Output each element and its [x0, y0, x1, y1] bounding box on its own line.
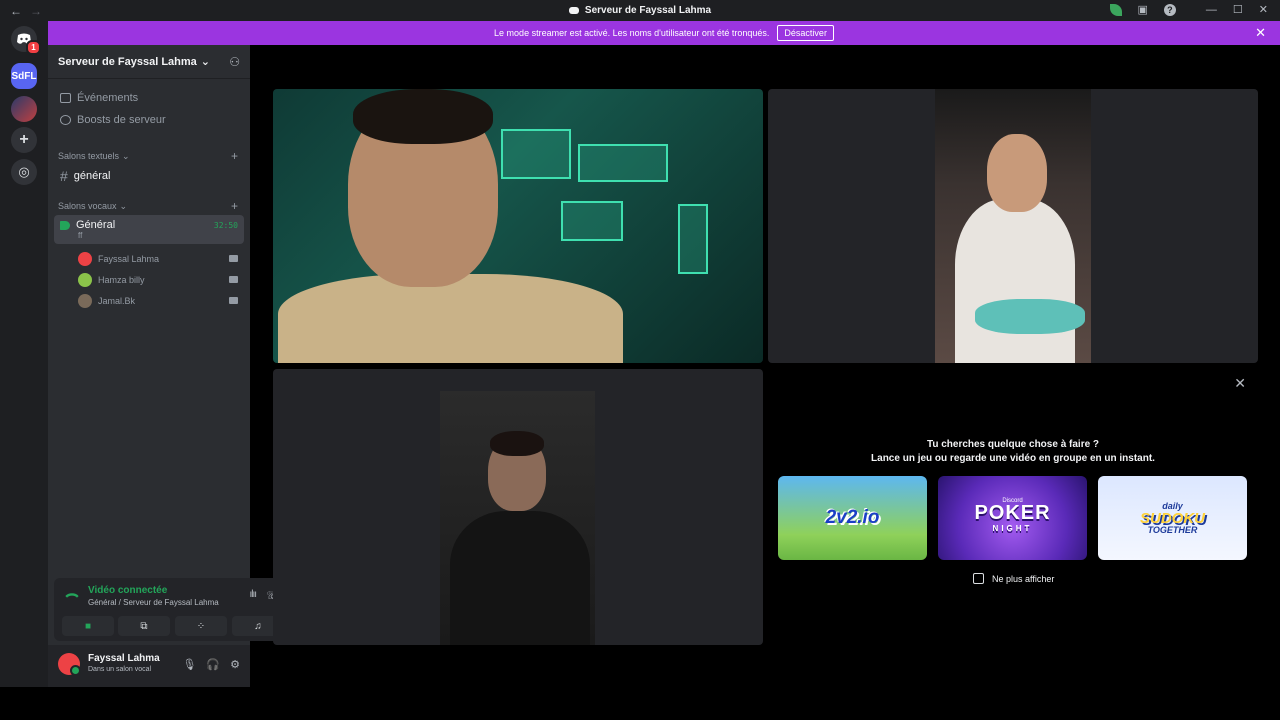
avatar — [78, 272, 92, 287]
chevron-down-icon: ⌄ — [200, 56, 211, 68]
discover-compass-icon[interactable]: ◎ — [11, 159, 37, 185]
voice-connection-panel: Vidéo connectée Général / Serveur de Fay… — [54, 578, 292, 641]
user-panel: Fayssal Lahma Dans un salon vocal 🎙 🎧 ⚙ — [48, 645, 250, 687]
chevron-down-icon: ⌄ — [119, 200, 128, 211]
connection-signal-icon — [65, 589, 79, 603]
dont-show-again-checkbox[interactable]: Ne plus afficher — [973, 573, 1054, 584]
person-body — [278, 274, 623, 363]
camera-icon — [229, 276, 238, 283]
user-avatar[interactable] — [58, 653, 81, 676]
minimize-button[interactable]: — — [1206, 4, 1217, 16]
help-icon[interactable]: ? — [1163, 3, 1176, 16]
title-bar: ← → Serveur de Fayssal Lahma ▣ ? — ☐ ✕ — [0, 0, 1280, 21]
screen-share-button[interactable]: ⧉ — [118, 616, 170, 636]
voice-channel-general[interactable]: Général 32:50 ff — [54, 215, 244, 244]
camera-icon — [229, 297, 238, 304]
call-timer: 32:50 — [213, 221, 238, 230]
calendar-icon — [60, 93, 71, 103]
camera-toggle-button[interactable]: ■ — [62, 616, 114, 636]
background-monitor — [561, 201, 623, 241]
server-icon-2[interactable] — [11, 96, 37, 122]
voice-member[interactable]: Jamal.Bk — [48, 290, 250, 311]
window-title: Serveur de Fayssal Lahma — [0, 5, 1280, 16]
discord-logo-icon — [568, 7, 579, 14]
banner-text: Le mode streamer est activé. Les noms d'… — [494, 28, 770, 38]
person-body — [955, 199, 1075, 363]
user-name[interactable]: Fayssal Lahma — [88, 653, 160, 664]
speaker-icon — [60, 220, 70, 230]
close-icon[interactable]: ✕ — [1234, 375, 1246, 392]
voice-channel-status: ff — [78, 231, 83, 240]
close-banner-icon[interactable]: ✕ — [1255, 25, 1266, 41]
activity-question: Tu cherches quelque chose à faire ? — [926, 439, 1100, 450]
activity-card-2v2[interactable]: 2v2.io — [778, 476, 927, 560]
avatar — [78, 251, 92, 266]
mention-badge: 1 — [26, 40, 41, 55]
camera-feed — [440, 391, 595, 645]
voice-member[interactable]: Fayssal Lahma — [48, 248, 250, 269]
person-head — [987, 134, 1047, 212]
activity-card-sudoku[interactable]: daily SUDOKU TOGETHER — [1098, 476, 1247, 560]
voice-status[interactable]: Vidéo connectée — [88, 585, 167, 596]
channel-sidebar: Serveur de Fayssal Lahma ⌄ ⚇ Événements … — [48, 45, 292, 687]
background-monitor — [678, 204, 708, 274]
server-rail: 1 SdFL + ◎ — [0, 21, 48, 687]
checkbox-icon[interactable] — [973, 573, 984, 584]
add-server-icon[interactable]: + — [11, 127, 37, 153]
background-monitor — [578, 144, 668, 182]
voice-channels-section[interactable]: Salons vocaux ⌄ + — [48, 197, 250, 215]
close-window-button[interactable]: ✕ — [1259, 3, 1268, 16]
microphone-icon[interactable]: 🎙 — [182, 658, 196, 671]
update-leaf-icon[interactable] — [1109, 3, 1122, 16]
camera-feed — [935, 89, 1091, 363]
person-body — [450, 511, 590, 645]
background-monitor — [501, 129, 571, 179]
invite-people-icon[interactable]: ⚇ — [229, 55, 240, 69]
window-controls: ▣ ? — ☐ ✕ — [1109, 3, 1268, 16]
disable-streamer-button[interactable]: Désactiver — [777, 25, 834, 41]
inbox-icon[interactable]: ▣ — [1138, 3, 1148, 16]
add-voice-channel-icon[interactable]: + — [231, 199, 238, 213]
maximize-button[interactable]: ☐ — [1233, 3, 1243, 16]
noise-suppression-icon[interactable]: ılıı — [249, 589, 257, 600]
server-icon-sdfl[interactable]: SdFL — [11, 63, 37, 89]
activities-button[interactable]: ⁘ — [175, 616, 227, 636]
headphones-icon[interactable]: 🎧 — [206, 658, 220, 671]
person-hair — [490, 431, 544, 456]
activity-card-poker-night[interactable]: Discord POKER NIGHT — [938, 476, 1087, 560]
activity-suggestions-panel: ✕ Tu cherches quelque chose à faire ? La… — [768, 369, 1258, 645]
video-tile[interactable] — [273, 369, 763, 645]
add-text-channel-icon[interactable]: + — [231, 149, 238, 163]
video-tile[interactable] — [768, 89, 1258, 363]
video-tile[interactable] — [273, 89, 763, 363]
user-status: Dans un salon vocal — [88, 666, 152, 673]
activity-subtitle: Lance un jeu ou regarde une vidéo en gro… — [871, 453, 1155, 464]
voice-location: Général / Serveur de Fayssal Lahma — [88, 598, 219, 607]
events-link[interactable]: Événements — [48, 87, 250, 109]
voice-member[interactable]: Hamza billy — [48, 269, 250, 290]
channel-general-text[interactable]: # général — [48, 165, 250, 187]
home-button[interactable]: 1 — [11, 26, 41, 55]
streamer-mode-banner: Le mode streamer est activé. Les noms d'… — [48, 21, 1280, 45]
boost-icon — [60, 115, 71, 125]
chevron-down-icon: ⌄ — [122, 150, 130, 161]
camera-icon — [229, 255, 238, 262]
avatar — [78, 293, 92, 308]
hash-icon: # — [60, 168, 68, 184]
server-header[interactable]: Serveur de Fayssal Lahma ⌄ ⚇ — [48, 45, 250, 79]
pillow — [975, 299, 1085, 334]
gear-icon[interactable]: ⚙ — [230, 658, 240, 671]
text-channels-section[interactable]: Salons textuels ⌄ + — [48, 147, 250, 165]
person-hair — [353, 89, 493, 144]
server-boosts-link[interactable]: Boosts de serveur — [48, 109, 250, 131]
